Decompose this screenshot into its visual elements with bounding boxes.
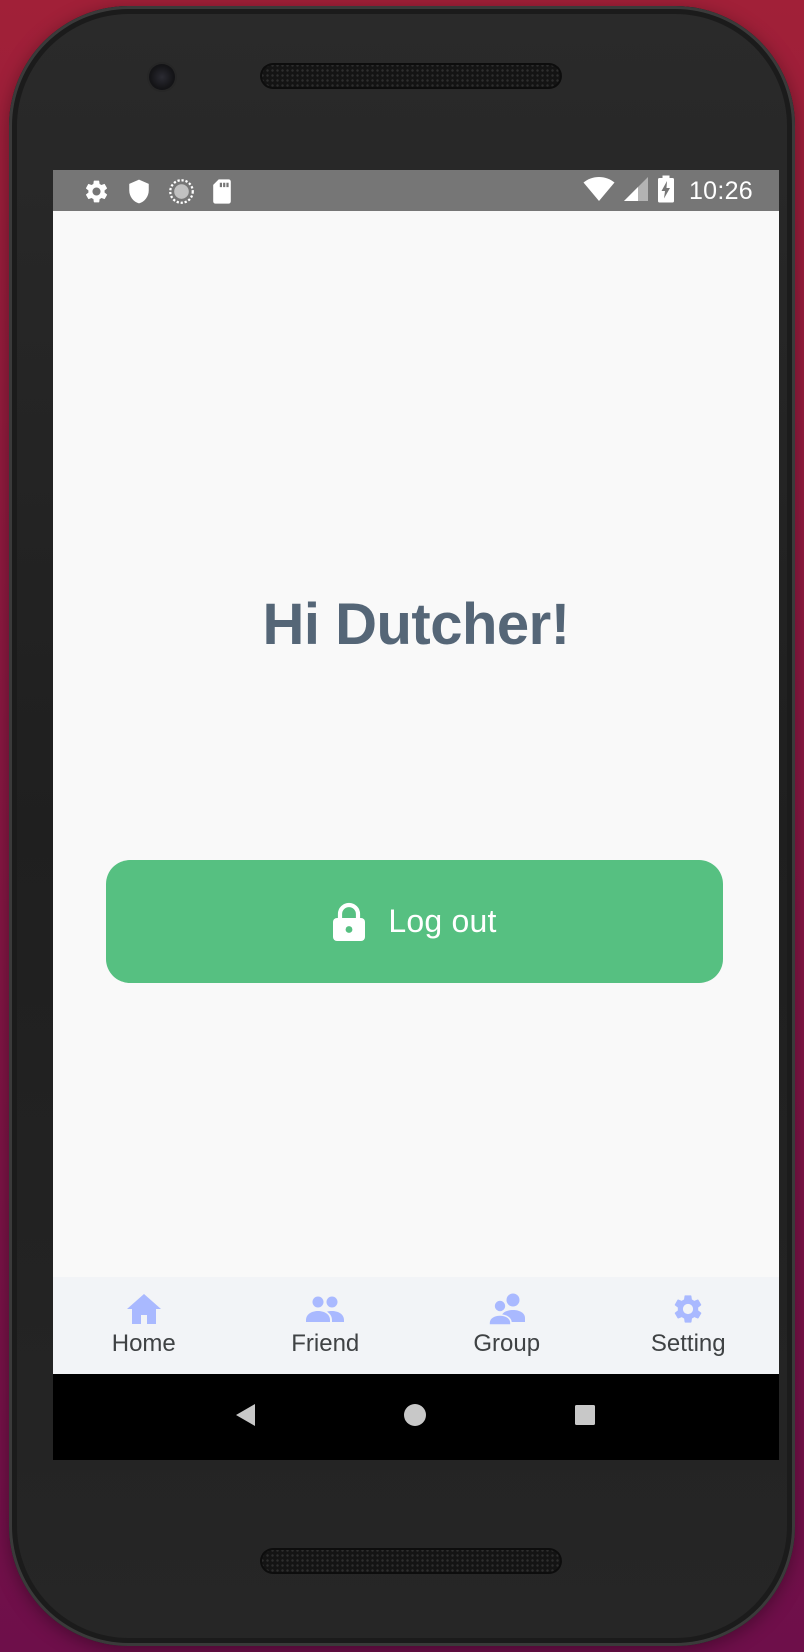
tab-home-label: Home bbox=[111, 1330, 176, 1357]
sync-circle-icon bbox=[168, 178, 195, 205]
logout-button-label: Log out bbox=[388, 903, 497, 939]
group-chat-icon bbox=[487, 1292, 526, 1326]
bottom-tab-bar: Home Friend Group Setting bbox=[53, 1277, 779, 1374]
tab-group-label: Group bbox=[473, 1330, 541, 1357]
main-content: Hi Dutcher! Log out bbox=[53, 211, 779, 1277]
tab-group[interactable]: Group bbox=[416, 1277, 598, 1374]
home-circle-icon bbox=[403, 1403, 427, 1431]
shield-icon bbox=[126, 178, 152, 205]
tab-setting[interactable]: Setting bbox=[598, 1277, 780, 1374]
screen: 10:26 Hi Dutcher! Log out Home Friend Gr… bbox=[53, 170, 779, 1460]
tab-friend-label: Friend bbox=[291, 1330, 360, 1357]
nav-recents-button[interactable] bbox=[545, 1374, 625, 1460]
battery-charging-icon bbox=[657, 175, 675, 207]
phone-frame: 10:26 Hi Dutcher! Log out Home Friend Gr… bbox=[9, 6, 795, 1646]
tab-setting-label: Setting bbox=[650, 1330, 726, 1357]
home-icon bbox=[126, 1292, 162, 1326]
tab-friend[interactable]: Friend bbox=[235, 1277, 417, 1374]
back-triangle-icon bbox=[234, 1403, 256, 1431]
status-icons-left bbox=[83, 178, 233, 205]
tab-home[interactable]: Home bbox=[53, 1277, 235, 1374]
system-nav-bar bbox=[53, 1374, 779, 1460]
status-bar: 10:26 bbox=[53, 170, 779, 211]
nav-back-button[interactable] bbox=[205, 1374, 285, 1460]
status-time: 10:26 bbox=[688, 176, 753, 205]
wifi-icon bbox=[583, 176, 615, 206]
bottom-speaker bbox=[260, 1548, 562, 1574]
friends-icon bbox=[305, 1292, 345, 1326]
logout-button[interactable]: Log out bbox=[106, 860, 723, 983]
gear-icon bbox=[670, 1292, 706, 1326]
cell-signal-icon bbox=[623, 176, 649, 206]
earpiece-speaker bbox=[260, 63, 562, 89]
nav-home-button[interactable] bbox=[375, 1374, 455, 1460]
status-icons-right: 10:26 bbox=[583, 175, 753, 207]
lock-icon bbox=[332, 902, 366, 942]
recents-square-icon bbox=[574, 1404, 596, 1430]
gear-icon bbox=[83, 178, 110, 205]
front-camera bbox=[149, 64, 175, 90]
greeting-title: Hi Dutcher! bbox=[262, 592, 570, 657]
sd-card-icon bbox=[211, 178, 233, 205]
